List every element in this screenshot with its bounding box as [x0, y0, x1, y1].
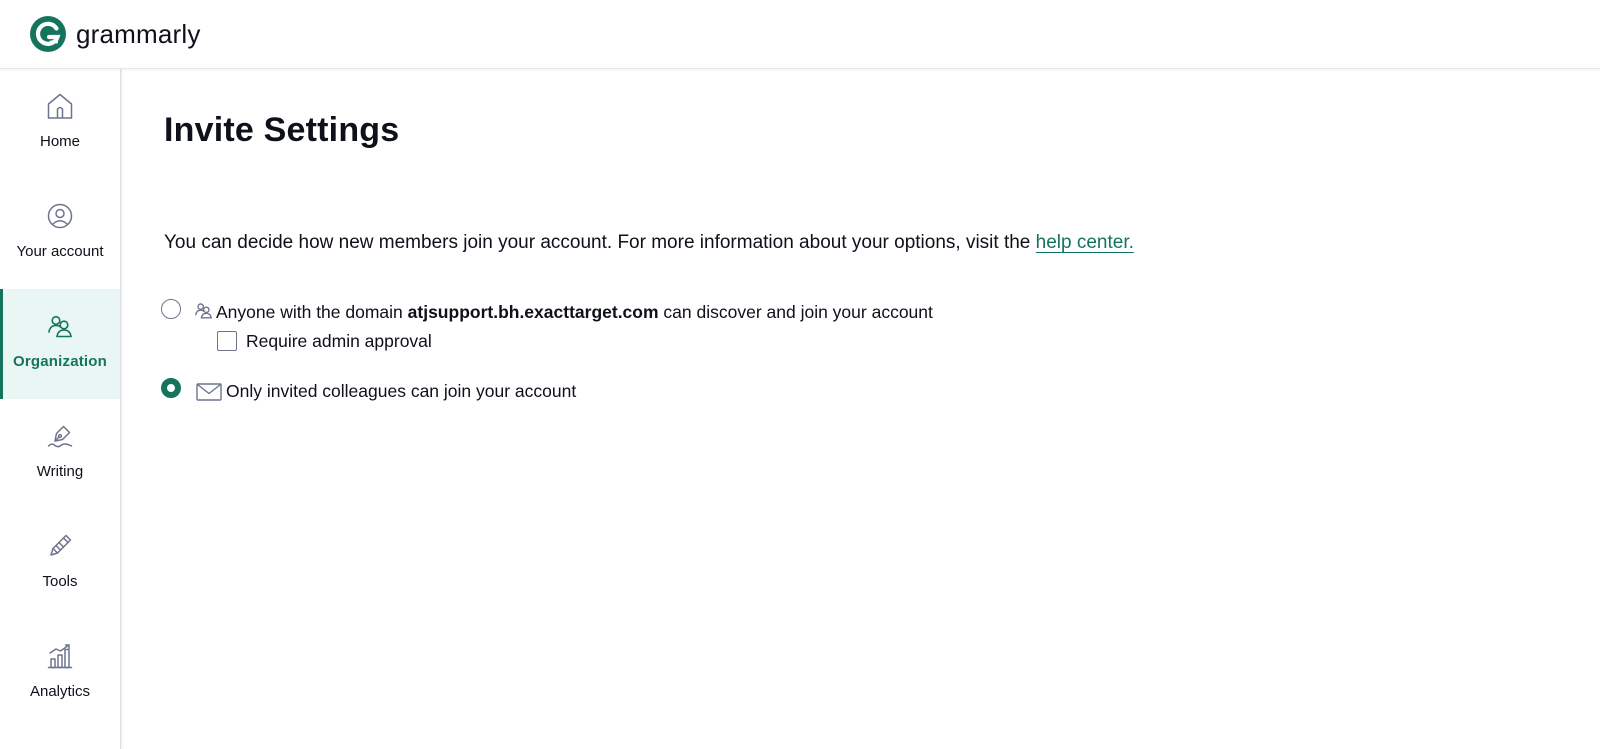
domain-name: atjsupport.bh.exacttarget.com	[407, 302, 659, 322]
sidebar-item-writing[interactable]: Writing	[0, 399, 120, 509]
invited-only-label: Only invited colleagues can join your ac…	[226, 381, 577, 401]
intro-text: You can decide how new members join your…	[164, 232, 1134, 254]
home-icon	[47, 93, 73, 119]
envelope-icon	[196, 383, 222, 401]
sidebar-item-organization[interactable]: Organization	[0, 289, 120, 399]
sidebar-item-label: Tools	[42, 573, 78, 590]
require-admin-approval-checkbox[interactable]	[217, 331, 237, 351]
sidebar-item-home[interactable]: Home	[0, 69, 120, 179]
domain-join-label: Anyone with the domain atjsupport.bh.exa…	[216, 302, 933, 323]
team-icon	[48, 315, 72, 338]
require-admin-approval-label: Require admin approval	[246, 331, 432, 351]
grammarly-logo-icon	[30, 16, 66, 52]
domain-join-radio[interactable]	[161, 299, 181, 319]
pencil-icon	[50, 534, 72, 556]
page-title: Invite Settings	[164, 111, 400, 149]
pen-icon	[47, 425, 73, 448]
invited-only-radio[interactable]	[161, 378, 181, 398]
sidebar-item-your-account[interactable]: Your account	[0, 179, 120, 289]
domain-join-suffix: can discover and join your account	[658, 302, 933, 322]
sidebar-item-analytics[interactable]: Analytics	[0, 619, 120, 729]
sidebar-item-label: Writing	[36, 463, 84, 480]
top-bar: grammarly	[0, 0, 1600, 69]
user-icon	[47, 203, 73, 229]
domain-join-prefix: Anyone with the domain	[216, 302, 408, 322]
sidebar-item-label: Home	[39, 133, 80, 150]
sidebar-item-label: Organization	[12, 353, 108, 370]
team-icon	[195, 303, 213, 319]
intro-text-body: You can decide how new members join your…	[164, 232, 1036, 253]
sidebar: Home Your account Organization Writing T…	[0, 69, 121, 749]
sidebar-item-label: Analytics	[29, 683, 91, 700]
sidebar-item-tools[interactable]: Tools	[0, 509, 120, 619]
sidebar-item-label: Your account	[16, 243, 104, 260]
brand-name: grammarly	[76, 18, 201, 49]
help-center-link[interactable]: help center.	[1036, 232, 1134, 253]
grammarly-logo[interactable]: grammarly	[30, 16, 201, 52]
bar-chart-icon	[47, 644, 73, 669]
main-content: Invite Settings You can decide how new m…	[121, 69, 1600, 749]
